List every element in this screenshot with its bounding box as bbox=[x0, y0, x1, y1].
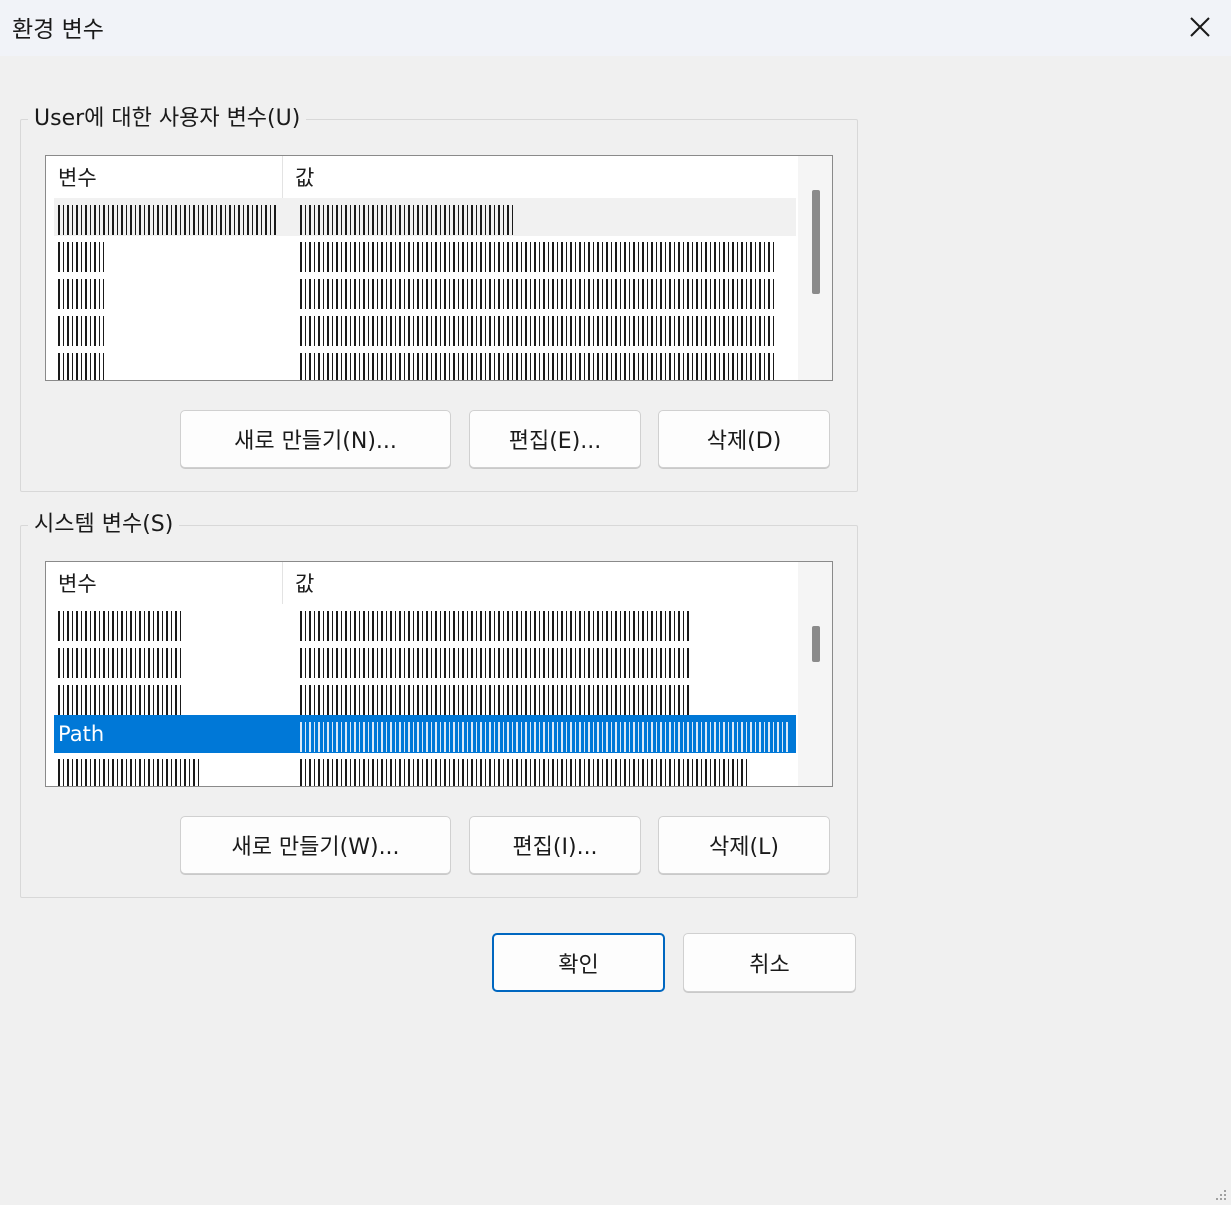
variable-name: Path bbox=[58, 722, 105, 746]
redacted-text bbox=[58, 316, 104, 346]
cancel-button[interactable]: 취소 bbox=[683, 933, 856, 992]
window-title: 환경 변수 bbox=[12, 17, 104, 43]
redacted-text bbox=[58, 611, 184, 641]
table-row[interactable]: Path bbox=[54, 715, 796, 753]
variable-name bbox=[58, 641, 284, 679]
table-row[interactable] bbox=[54, 198, 796, 236]
variable-value bbox=[290, 309, 794, 347]
redacted-text bbox=[58, 242, 104, 272]
variable-name bbox=[58, 198, 284, 236]
table-row[interactable] bbox=[54, 272, 796, 310]
table-row[interactable] bbox=[54, 346, 796, 380]
redacted-text bbox=[300, 205, 515, 235]
redacted-text bbox=[300, 722, 788, 752]
system-edit-button[interactable]: 편집(I)... bbox=[469, 816, 641, 874]
variable-value bbox=[290, 641, 794, 679]
variable-name bbox=[58, 752, 284, 786]
variable-value bbox=[290, 272, 794, 310]
table-row[interactable] bbox=[54, 604, 796, 642]
column-header-value[interactable]: 값 bbox=[283, 562, 793, 604]
close-icon bbox=[1190, 17, 1210, 37]
table-row[interactable] bbox=[54, 752, 796, 786]
variable-name bbox=[58, 309, 284, 347]
list-header: 변수 값 bbox=[46, 562, 794, 604]
redacted-text bbox=[58, 648, 184, 678]
user-list-scrollbar[interactable] bbox=[798, 156, 832, 380]
variable-name bbox=[58, 604, 284, 642]
redacted-text bbox=[58, 279, 104, 309]
user-edit-button[interactable]: 편집(E)... bbox=[469, 410, 641, 468]
column-header-value[interactable]: 값 bbox=[283, 156, 793, 198]
scroll-thumb[interactable] bbox=[812, 190, 820, 294]
system-list-scrollbar[interactable] bbox=[798, 562, 832, 786]
user-delete-button[interactable]: 삭제(D) bbox=[658, 410, 830, 468]
column-header-name[interactable]: 변수 bbox=[46, 562, 282, 604]
system-variables-label: 시스템 변수(S) bbox=[28, 511, 180, 539]
table-row[interactable] bbox=[54, 641, 796, 679]
redacted-text bbox=[300, 759, 750, 786]
user-variables-label: User에 대한 사용자 변수(U) bbox=[28, 105, 307, 133]
variable-name bbox=[58, 235, 284, 273]
variable-value bbox=[290, 604, 794, 642]
variable-value bbox=[290, 235, 794, 273]
title-bar: 환경 변수 bbox=[0, 0, 1231, 56]
table-row[interactable] bbox=[54, 678, 796, 716]
variable-value bbox=[290, 678, 794, 716]
variable-value bbox=[290, 752, 794, 786]
close-button[interactable] bbox=[1172, 0, 1228, 54]
redacted-text bbox=[300, 648, 690, 678]
variable-value bbox=[290, 715, 794, 753]
table-row[interactable] bbox=[54, 309, 796, 347]
list-header: 변수 값 bbox=[46, 156, 794, 198]
column-header-name[interactable]: 변수 bbox=[46, 156, 282, 198]
ok-button[interactable]: 확인 bbox=[492, 933, 665, 992]
variable-value bbox=[290, 346, 794, 380]
user-variables-list[interactable]: 변수 값 bbox=[45, 155, 833, 381]
redacted-text bbox=[300, 316, 776, 346]
redacted-text bbox=[300, 353, 776, 380]
variable-name bbox=[58, 346, 284, 380]
user-new-button[interactable]: 새로 만들기(N)... bbox=[180, 410, 451, 468]
redacted-text bbox=[58, 685, 184, 715]
variable-name bbox=[58, 272, 284, 310]
redacted-text bbox=[58, 205, 278, 235]
table-row[interactable] bbox=[54, 235, 796, 273]
redacted-text bbox=[300, 611, 690, 641]
system-new-button[interactable]: 새로 만들기(W)... bbox=[180, 816, 451, 874]
variable-value bbox=[290, 198, 794, 236]
system-delete-button[interactable]: 삭제(L) bbox=[658, 816, 830, 874]
redacted-text bbox=[300, 242, 776, 272]
redacted-text bbox=[58, 353, 104, 380]
redacted-text bbox=[300, 279, 776, 309]
redacted-text bbox=[300, 685, 690, 715]
scroll-thumb[interactable] bbox=[812, 626, 820, 662]
resize-grip-icon[interactable] bbox=[1212, 1186, 1228, 1202]
variable-name bbox=[58, 678, 284, 716]
redacted-text bbox=[58, 759, 202, 786]
system-variables-list[interactable]: 변수 값 Path bbox=[45, 561, 833, 787]
